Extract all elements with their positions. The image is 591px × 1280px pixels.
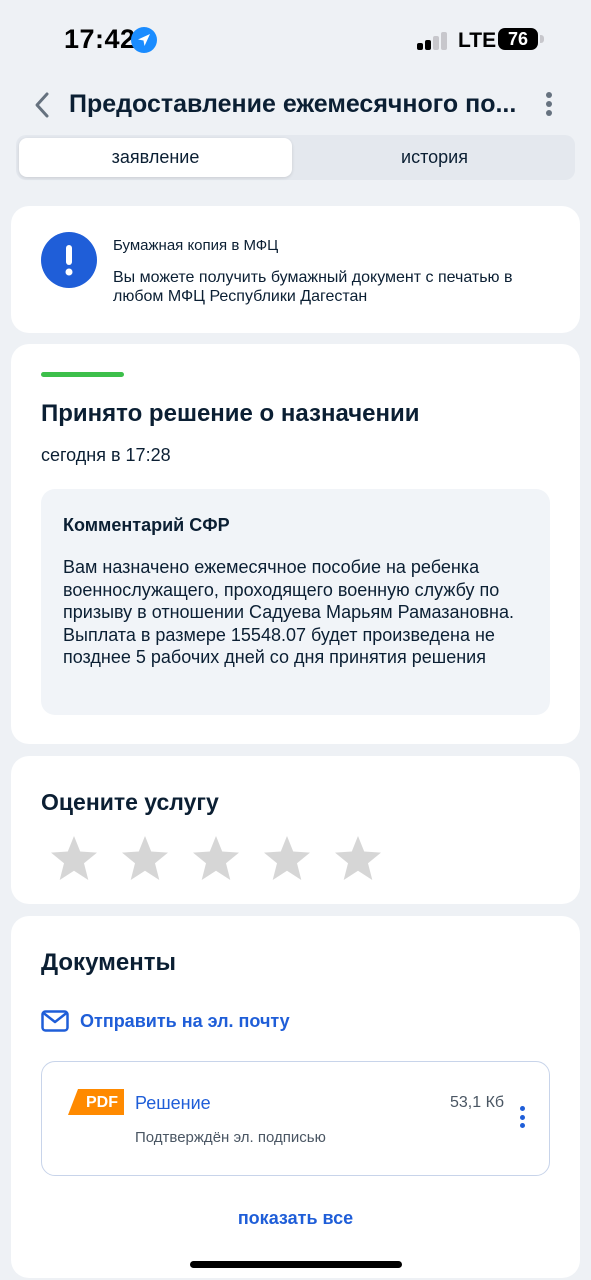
mail-icon bbox=[41, 1010, 69, 1032]
star-icon[interactable] bbox=[262, 834, 312, 884]
sfr-comment-box: Комментарий СФР Вам назначено ежемесячно… bbox=[41, 489, 550, 715]
page-title: Предоставление ежемесячного по... bbox=[69, 90, 517, 118]
status-time: 17:42 bbox=[64, 24, 136, 54]
notice-text: Вы можете получить бумажный документ с п… bbox=[113, 269, 513, 305]
signal-icon bbox=[417, 32, 449, 50]
mfc-notice-card: Бумажная копия в МФЦ Вы можете получить … bbox=[11, 206, 580, 333]
notice-title: Бумажная копия в МФЦ bbox=[113, 237, 279, 254]
star-icon[interactable] bbox=[49, 834, 99, 884]
send-email-label: Отправить на эл. почту bbox=[80, 1011, 290, 1031]
document-signature-status: Подтверждён эл. подписью bbox=[135, 1129, 326, 1146]
star-icon[interactable] bbox=[333, 834, 383, 884]
comment-text: Вам назначено ежемесячное пособие на реб… bbox=[63, 557, 514, 667]
star-icon[interactable] bbox=[120, 834, 170, 884]
status-timestamp: сегодня в 17:28 bbox=[41, 445, 171, 465]
documents-card: Документы Отправить на эл. почту PDF Реш… bbox=[11, 916, 580, 1278]
exclamation-icon bbox=[41, 232, 97, 288]
location-arrow-icon bbox=[131, 27, 157, 53]
battery-level: 76 bbox=[507, 29, 529, 49]
tab-application[interactable]: заявление bbox=[19, 138, 292, 177]
network-type: LTE bbox=[458, 29, 497, 52]
more-vertical-icon[interactable] bbox=[516, 1106, 528, 1134]
document-size: 53,1 Кб bbox=[450, 1094, 505, 1111]
app-header: Предоставление ежемесячного по... bbox=[0, 80, 591, 130]
documents-title: Документы bbox=[41, 949, 176, 976]
pdf-badge-label: PDF bbox=[86, 1094, 118, 1111]
rating-title: Оцените услугу bbox=[41, 789, 219, 815]
tab-bar: заявление история bbox=[16, 135, 575, 180]
rating-card: Оцените услугу bbox=[11, 756, 580, 904]
more-vertical-icon[interactable] bbox=[540, 92, 558, 122]
tab-history[interactable]: история bbox=[297, 138, 572, 177]
status-progress-bar bbox=[41, 372, 124, 377]
show-all-link[interactable]: показать все bbox=[11, 1208, 580, 1229]
chevron-left-icon[interactable] bbox=[30, 90, 54, 120]
comment-title: Комментарий СФР bbox=[63, 515, 230, 535]
status-title: Принято решение о назначении bbox=[41, 400, 420, 427]
document-name[interactable]: Решение bbox=[135, 1093, 211, 1114]
star-icon[interactable] bbox=[191, 834, 241, 884]
decision-status-card: Принято решение о назначении сегодня в 1… bbox=[11, 344, 580, 744]
status-bar: 17:42 LTE 76 bbox=[0, 0, 591, 80]
home-indicator[interactable] bbox=[190, 1261, 402, 1268]
document-item[interactable]: PDF Решение 53,1 Кб Подтверждён эл. подп… bbox=[41, 1061, 550, 1176]
